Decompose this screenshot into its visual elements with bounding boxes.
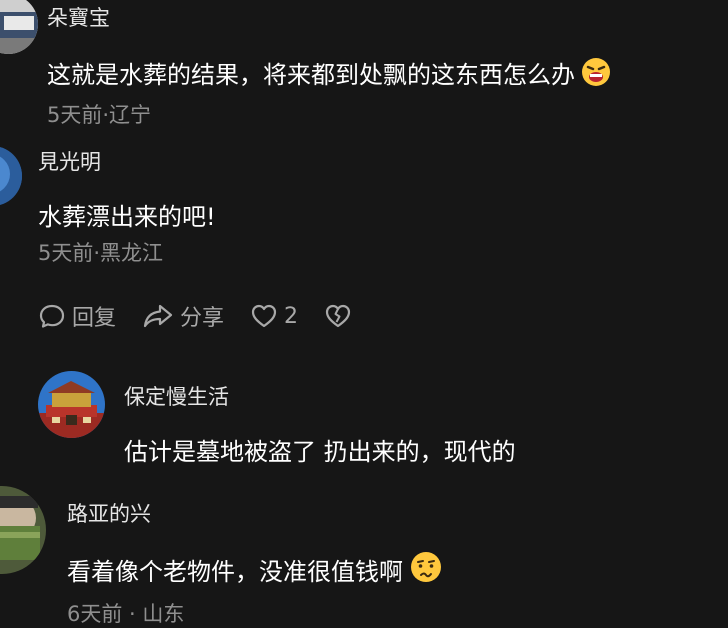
confused-face-emoji bbox=[409, 550, 443, 590]
share-button[interactable]: 分享 bbox=[142, 300, 224, 332]
comment-text: 这就是水葬的结果，将来都到处飘的这东西怎么办 bbox=[47, 55, 611, 93]
like-button[interactable]: 2 bbox=[250, 303, 298, 329]
comment-actions: 回复 分享 2 bbox=[38, 298, 384, 334]
comment-text: 估计是墓地被盗了 扔出来的，现代的 bbox=[124, 438, 516, 466]
comment-meta: 6天前 · 山东 bbox=[67, 602, 185, 626]
like-count: 2 bbox=[284, 303, 299, 329]
reply-button[interactable]: 回复 bbox=[38, 300, 116, 332]
username[interactable]: 保定慢生活 bbox=[124, 381, 229, 411]
broken-heart-icon bbox=[325, 304, 351, 328]
reply-icon bbox=[39, 304, 65, 328]
username[interactable]: 見光明 bbox=[38, 146, 101, 176]
dislike-button[interactable] bbox=[324, 303, 358, 329]
comment-thread: 朵寶宝 这就是水葬的结果，将来都到处飘的这东西怎么办 5天前·辽宁 見光明 水葬… bbox=[0, 0, 728, 628]
comment-text: 看着像个老物件，没准很值钱啊 bbox=[67, 550, 443, 590]
username[interactable]: 朵寶宝 bbox=[47, 2, 110, 32]
avatar[interactable] bbox=[0, 0, 38, 54]
avatar[interactable] bbox=[0, 486, 46, 574]
avatar[interactable] bbox=[0, 146, 22, 206]
heart-icon bbox=[251, 304, 277, 328]
angry-face-emoji bbox=[581, 57, 611, 93]
comment-meta: 5天前·辽宁 bbox=[47, 103, 152, 127]
share-label: 分享 bbox=[180, 306, 225, 331]
reply-label: 回复 bbox=[72, 306, 117, 331]
username[interactable]: 路亚的兴 bbox=[67, 498, 151, 528]
avatar[interactable] bbox=[38, 371, 105, 438]
comment-text: 水葬漂出来的吧! bbox=[38, 203, 216, 231]
comment-meta: 5天前·黑龙江 bbox=[38, 241, 164, 265]
share-icon bbox=[143, 304, 173, 328]
